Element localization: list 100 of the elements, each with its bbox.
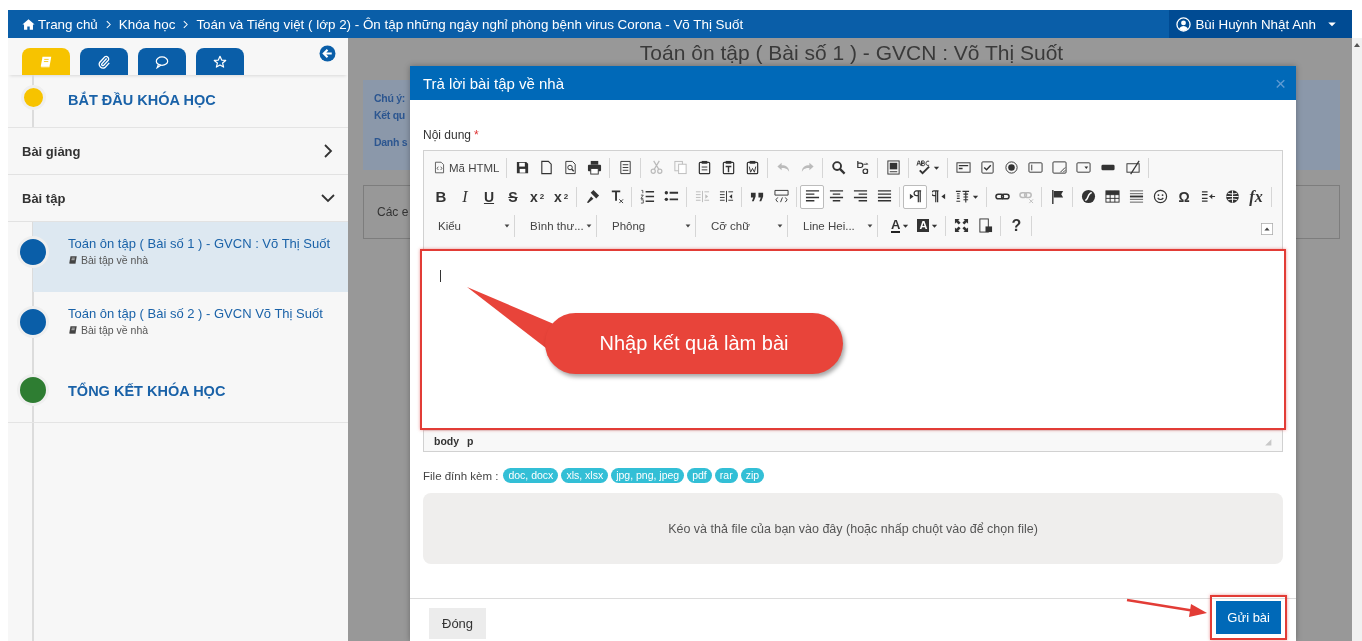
breadcrumb-link[interactable]: Khóa học (118, 16, 176, 32)
justify-icon (876, 189, 892, 204)
toolbar-button[interactable]: I (453, 184, 477, 209)
dropdown-select[interactable]: Kiểu (429, 214, 515, 237)
table-icon (1104, 189, 1120, 204)
required-mark: * (474, 128, 479, 142)
indent-icon (718, 189, 734, 204)
sidebar-tab[interactable] (80, 48, 128, 75)
code-page-icon (433, 161, 446, 174)
item-title: Toán ôn tập ( Bài số 1 ) - GVCN : Võ Thị Suốt (68, 236, 332, 251)
replace-icon (855, 160, 870, 175)
unlink-icon (1018, 189, 1034, 204)
select-all-icon (886, 160, 901, 175)
page-title: Toán ôn tập ( Bài số 1 ) - GVCN : Võ Thị Suốt (638, 42, 1065, 64)
toolbar-button[interactable]: U (477, 184, 501, 209)
user-icon (1176, 16, 1192, 32)
form-icon (956, 160, 971, 175)
dropdown-select[interactable]: Line Hei... (794, 214, 878, 237)
book-icon (68, 325, 78, 335)
align-right-icon (852, 189, 868, 204)
file-type-tag: doc, docx (503, 468, 559, 483)
item-title: BẮT ĐẦU KHÓA HỌC (68, 92, 217, 108)
smiley-icon (1152, 189, 1168, 204)
clipboard-icon (697, 160, 712, 175)
file-type-tag: pdf (687, 468, 712, 483)
breadcrumb-link[interactable]: Toán và Tiếng việt ( lớp 2) - Ôn tập những ngày nghỉ phòng bệnh virus Corona - Võ Thị Suốt (196, 16, 744, 32)
toolbar-button[interactable] (800, 184, 824, 209)
left-to-right-icon (907, 189, 923, 204)
preview-icon (563, 160, 578, 175)
numbered-list-icon (639, 189, 655, 204)
milestone-item[interactable]: TỔNG KẾT KHÓA HỌC (8, 362, 348, 423)
caret-icon (503, 221, 511, 230)
radio-icon (1004, 160, 1019, 175)
dropdown-select[interactable]: Phông (603, 214, 696, 237)
flag-icon (1049, 189, 1065, 204)
book-icon (39, 54, 53, 69)
star-icon (213, 54, 227, 69)
file-drop-zone[interactable]: Kéo và thả file của bạn vào đây (hoặc nhấp chuột vào để chọn file) (423, 493, 1283, 564)
file-type-tag: zip (740, 468, 765, 483)
bullet-list-icon (663, 189, 679, 204)
clipboard-icon (745, 160, 760, 175)
element-path-item[interactable]: body (434, 435, 460, 447)
scroll-up-icon[interactable] (1353, 41, 1361, 49)
toolbar-button[interactable]: Ω (1172, 184, 1196, 209)
breadcrumb-link[interactable]: Trang chủ (22, 16, 98, 32)
back-arrow-icon[interactable] (319, 45, 336, 62)
document-lines-icon (618, 160, 633, 175)
caret-icon (684, 221, 692, 230)
toolbar-button[interactable]: A (887, 213, 914, 238)
user-menu-button[interactable]: Bùi Huỳnh Nhật Anh (1169, 10, 1352, 38)
spellcheck-icon (916, 160, 932, 175)
modal-title: Trả lời bài tập về nhà (423, 74, 565, 92)
toolbar-button[interactable] (903, 184, 927, 209)
sidebar-tab[interactable] (196, 48, 244, 75)
answer-box[interactable]: Nhập kết quả làm bài (420, 249, 1286, 430)
toolbar-button[interactable]: S (501, 184, 525, 209)
div-container-icon (773, 189, 789, 204)
flash-icon (1080, 189, 1096, 204)
item-type-label: Bài tập về nhà (81, 254, 149, 266)
toolbar-button[interactable]: x$^{2}$ (549, 184, 573, 209)
toolbar-button[interactable]: B (429, 184, 453, 209)
paperclip-icon (97, 54, 111, 69)
dropdown-select[interactable]: Cỡ chữ (702, 214, 788, 237)
section-header[interactable]: Bài tập (8, 175, 348, 222)
save-icon (515, 160, 530, 175)
select-box-icon (1076, 160, 1091, 175)
caret-icon (972, 193, 979, 200)
collapse-toolbar-icon[interactable] (1261, 223, 1273, 235)
section-header[interactable]: Bài giảng (8, 128, 348, 175)
show-blocks-icon (977, 218, 993, 233)
chevron-right-icon (181, 19, 191, 29)
caret-icon (902, 222, 910, 229)
language-icon (955, 189, 970, 204)
text-cursor (440, 270, 441, 282)
caret-icon (776, 221, 784, 230)
page-break-icon (1200, 189, 1216, 204)
dropdown-select[interactable]: Bình thư... (521, 214, 597, 237)
align-left-icon (804, 189, 820, 204)
lesson-item[interactable]: Toán ôn tập ( Bài số 2 ) - GVCN Võ Thị Suốt Bài tập về nhà (8, 292, 348, 362)
search-icon (831, 160, 846, 175)
element-path-item[interactable]: p (467, 435, 474, 447)
notice-text: Kết qu (374, 109, 406, 121)
sidebar-tab[interactable] (138, 48, 186, 75)
close-dialog-button[interactable]: Đóng (429, 608, 487, 639)
item-type-label: Bài tập về nhà (81, 324, 149, 336)
submit-button[interactable]: Gửi bài (1216, 601, 1281, 634)
item-title: Toán ôn tập ( Bài số 2 ) - GVCN Võ Thị Suốt (68, 306, 324, 321)
message-text: Các e (377, 205, 409, 219)
book-icon (68, 255, 78, 265)
outdent-icon (694, 189, 710, 204)
right-to-left-icon (931, 189, 947, 204)
item-title: TỔNG KẾT KHÓA HỌC (68, 383, 227, 399)
clipboard-icon (721, 160, 736, 175)
toolbar-button[interactable]: ? (1004, 213, 1029, 238)
toolbar-button[interactable]: Mã HTML (429, 155, 504, 180)
paintbrush-icon (584, 189, 600, 204)
print-icon (587, 160, 602, 175)
toolbar-button[interactable]: A (913, 213, 943, 238)
home-icon (22, 17, 35, 31)
toolbar-button[interactable]: fx (1244, 184, 1268, 209)
